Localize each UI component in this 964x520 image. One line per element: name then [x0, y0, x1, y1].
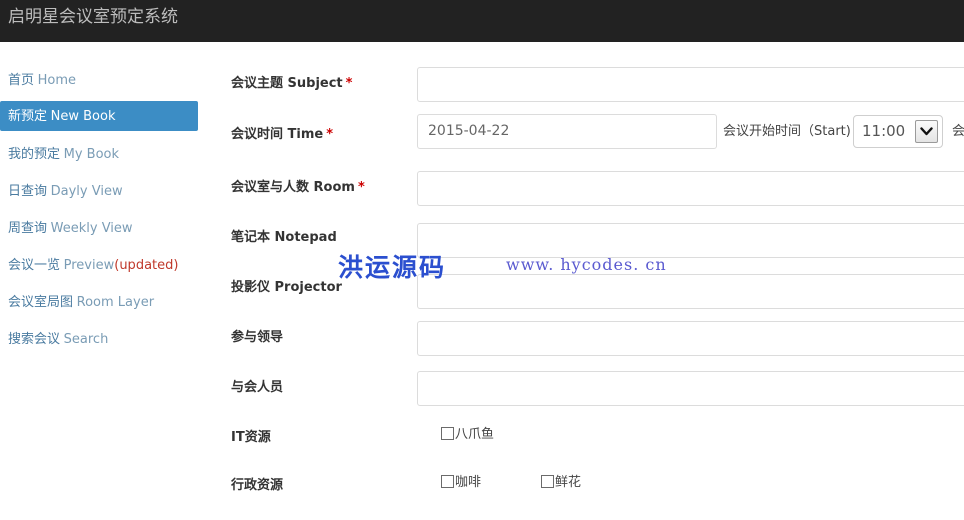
- form-row-attendees: 与会人员: [210, 371, 964, 426]
- sidebar-item-preview-badge: (updated): [114, 258, 179, 273]
- label-subject-text: 会议主题 Subject: [231, 76, 343, 91]
- checkbox-box-icon[interactable]: [441, 475, 454, 488]
- chevron-down-icon[interactable]: [915, 120, 938, 143]
- checkbox-flowers[interactable]: 鲜花: [541, 475, 581, 491]
- sidebar-item-my-book-label-cn: 我的预定: [8, 147, 61, 162]
- date-input[interactable]: 2015-04-22: [417, 114, 717, 149]
- label-attendees: 与会人员: [231, 376, 286, 395]
- label-it-resource: IT资源: [231, 430, 271, 445]
- sidebar-item-weekly-view[interactable]: 周查询 Weekly View: [0, 213, 198, 243]
- checkbox-octopus-phone-label: 八爪鱼: [455, 427, 495, 442]
- label-time-text: 会议时间 Time: [231, 127, 324, 142]
- sidebar-item-home-label-en: Home: [37, 73, 77, 88]
- sidebar-item-daily-view-label-en: Dayly View: [50, 184, 123, 199]
- leaders-input[interactable]: [417, 321, 964, 356]
- sidebar-item-weekly-view-label-en: Weekly View: [50, 221, 133, 236]
- subject-input[interactable]: [417, 67, 964, 102]
- checkbox-octopus-phone[interactable]: 八爪鱼: [441, 427, 494, 443]
- label-subject: 会议主题 Subject *: [231, 72, 352, 91]
- checkbox-box-icon[interactable]: [441, 427, 454, 440]
- label-admin-resource: 行政资源: [231, 478, 284, 493]
- sidebar-item-search[interactable]: 搜索会议 Search: [0, 324, 198, 354]
- label-projector: 投影仪 Projector: [231, 276, 345, 295]
- label-leaders: 参与领导: [231, 326, 286, 345]
- sidebar-item-home[interactable]: 首页 Home: [0, 65, 198, 95]
- projector-input[interactable]: [417, 274, 964, 309]
- sidebar-item-room-layer-label-en: Room Layer: [76, 295, 155, 310]
- sidebar-nav: 首页 Home 新预定 New Book 我的预定 My Book 日查询 Da…: [0, 42, 210, 520]
- sidebar-item-new-book-label-en: New Book: [50, 109, 116, 124]
- room-input[interactable]: [417, 171, 964, 206]
- sidebar-item-my-book[interactable]: 我的预定 My Book: [0, 139, 198, 169]
- label-subject-required: *: [345, 76, 353, 91]
- form-row-room: 会议室与人数 Room *: [210, 171, 964, 226]
- label-time-required: *: [326, 127, 334, 142]
- app-header: 启明星会议室预定系统: [0, 0, 964, 42]
- sidebar-item-search-label-en: Search: [63, 332, 109, 347]
- label-leaders-text: 参与领导: [231, 330, 284, 345]
- start-time-select[interactable]: 11:00: [853, 115, 943, 148]
- booking-form: 会议主题 Subject * 会议时间 Time * 2015-04-22 会议开始…: [210, 42, 964, 520]
- sidebar-item-weekly-view-label-cn: 周查询: [8, 221, 48, 236]
- sidebar-item-preview-label-cn: 会议一览: [8, 258, 61, 273]
- app-root: 启明星会议室预定系统 首页 Home 新预定 New Book 我的预定 My …: [0, 0, 964, 520]
- label-notepad: 笔记本 Notepad: [231, 226, 340, 245]
- label-projector-text: 投影仪 Projector: [231, 280, 342, 295]
- sidebar-item-daily-view[interactable]: 日查询 Dayly View: [0, 176, 198, 206]
- checkbox-box-icon[interactable]: [541, 475, 554, 488]
- end-time-label-clipped: 会: [952, 124, 964, 139]
- label-notepad-text: 笔记本 Notepad: [231, 230, 337, 245]
- label-attendees-text: 与会人员: [231, 380, 284, 395]
- start-time-value: 11:00: [862, 122, 906, 140]
- checkbox-coffee[interactable]: 咖啡: [441, 475, 481, 491]
- sidebar-item-new-book[interactable]: 新预定 New Book: [0, 101, 198, 131]
- form-row-admin-resource: 行政资源 咖啡 鲜花: [210, 474, 964, 520]
- label-room-required: *: [357, 180, 365, 195]
- sidebar-item-room-layer-label-cn: 会议室局图: [8, 295, 74, 310]
- label-room-text: 会议室与人数 Room: [231, 180, 355, 195]
- sidebar-item-daily-view-label-cn: 日查询: [8, 184, 48, 199]
- form-row-leaders: 参与领导: [210, 321, 964, 376]
- sidebar-item-preview[interactable]: 会议一览 Preview(updated): [0, 250, 198, 280]
- form-row-it-resource: IT资源 八爪鱼: [210, 426, 964, 476]
- checkbox-coffee-label: 咖啡: [455, 475, 482, 490]
- sidebar-item-search-label-cn: 搜索会议: [8, 332, 61, 347]
- checkbox-flowers-label: 鲜花: [555, 475, 582, 490]
- start-time-label: 会议开始时间（Start): [723, 124, 851, 139]
- attendees-input[interactable]: [417, 371, 964, 406]
- sidebar-item-room-layer[interactable]: 会议室局图 Room Layer: [0, 287, 198, 317]
- app-title: 启明星会议室预定系统: [8, 7, 178, 27]
- sidebar-item-preview-label-en: Preview: [63, 258, 115, 273]
- sidebar-item-home-label-cn: 首页: [8, 73, 35, 88]
- sidebar-item-new-book-label-cn: 新预定: [8, 109, 48, 124]
- form-row-projector: 投影仪 Projector: [210, 274, 964, 326]
- label-time: 会议时间 Time *: [231, 123, 333, 142]
- sidebar-item-my-book-label-en: My Book: [63, 147, 120, 162]
- form-row-time: 会议时间 Time * 2015-04-22 会议开始时间（Start) 11:0…: [210, 114, 964, 173]
- notepad-input[interactable]: [417, 223, 964, 258]
- form-row-notepad: 笔记本 Notepad: [210, 223, 964, 276]
- label-room: 会议室与人数 Room *: [231, 176, 365, 195]
